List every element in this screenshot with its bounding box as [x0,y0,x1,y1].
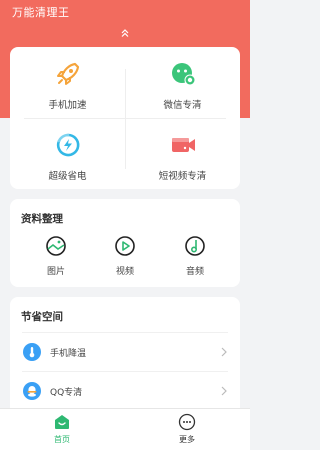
rocket-icon [56,62,79,85]
chevron-right-icon [221,386,227,396]
battery-saver-icon [56,133,79,157]
app-title: 万能清理王 [12,6,70,19]
file-item-videos[interactable]: 视频 [105,235,145,277]
file-item-label: 音频 [185,267,204,277]
more-icon [178,413,196,431]
audio-icon [185,236,205,256]
file-item-images[interactable]: 图片 [36,235,76,277]
space-item-label: 手机降温 [50,348,87,359]
tool-wechat-clean[interactable]: 微信专清 [125,47,240,118]
wechat-icon [171,63,195,86]
file-item-label: 视频 [115,267,134,277]
tool-label: 手机加速 [48,100,87,111]
home-icon [55,415,69,429]
tool-short-video-clean[interactable]: 短视频专清 [125,118,240,189]
image-icon [46,236,66,256]
chevron-right-icon [221,347,227,357]
space-item-qq-clean[interactable]: QQ专清 [10,372,240,410]
qq-icon [23,382,41,400]
thermometer-icon [23,343,41,361]
file-item-audio[interactable]: 音频 [175,235,215,277]
nav-label: 更多 [179,435,195,444]
file-organize-card: 资料整理 图片 视频 音频 [10,199,240,287]
tool-power-saving[interactable]: 超级省电 [10,118,125,189]
video-icon [115,236,135,256]
file-item-label: 图片 [46,267,65,277]
nav-more[interactable]: 更多 [167,413,207,445]
section-title: 节省空间 [21,311,63,323]
double-chevron-up-icon [121,29,129,37]
save-space-card: 节省空间 手机降温 QQ专清 [10,297,240,417]
space-item-cooling[interactable]: 手机降温 [10,333,240,371]
nav-label: 首页 [54,435,70,444]
tools-card: 手机加速 微信专清 超级省电 短视频专清 [10,47,240,189]
space-item-label: QQ专清 [50,387,83,398]
tool-label: 短视频专清 [158,171,207,182]
tool-label: 微信专清 [163,100,202,111]
section-title: 资料整理 [21,213,63,225]
tool-phone-boost[interactable]: 手机加速 [10,47,125,118]
collapse-button[interactable] [117,26,133,40]
tool-label: 超级省电 [48,171,87,182]
nav-home[interactable]: 首页 [42,413,82,445]
bottom-navigation: 首页 更多 [0,408,250,450]
video-camera-icon [171,138,195,152]
